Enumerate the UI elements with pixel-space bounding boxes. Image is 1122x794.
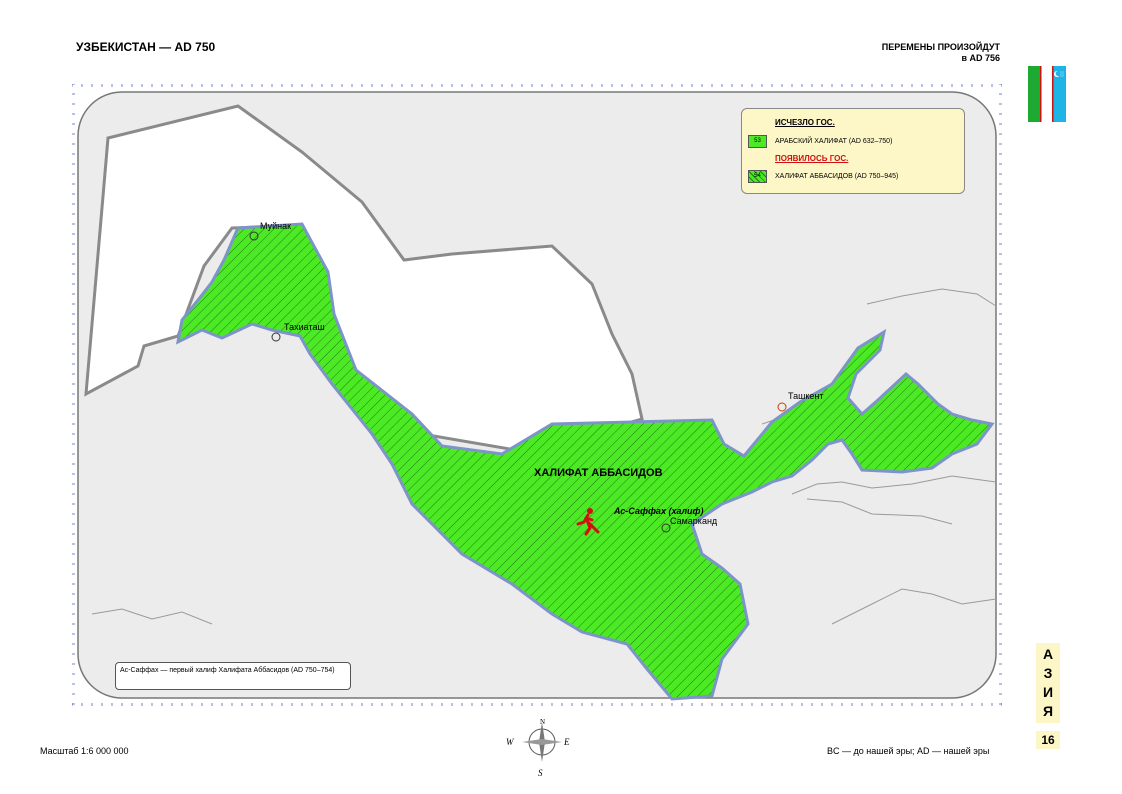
compass-north: N [540, 718, 545, 726]
region-letter: Я [1042, 703, 1054, 719]
era-note: BC — до нашей эры; AD — нашей эры [827, 746, 990, 756]
map-title: УЗБЕКИСТАН — AD 750 [76, 40, 216, 54]
changes-line-1: ПЕРЕМЕНЫ ПРОИЗОЙДУТ [881, 42, 1000, 52]
compass-rose-icon: N S E W [506, 718, 570, 778]
city-samarkand: Самарканд [670, 516, 718, 526]
region-label: ХАЛИФАТ АББАСИДОВ [534, 467, 663, 479]
city-muynak: Муйнак [260, 221, 291, 231]
compass-east: E [563, 737, 570, 747]
changes-line-2: в AD 756 [961, 53, 1000, 63]
region-letter: З [1043, 665, 1053, 681]
legend-item-abbasid-caliphate: ХАЛИФАТ АББАСИДОВ (AD 750–945) [775, 173, 899, 180]
ruler-label: Ас-Саффах (халиф) [613, 506, 704, 516]
legend-swatch-53: 53 [748, 135, 767, 148]
region-letter: И [1042, 684, 1054, 700]
legend-swatch-54: 54 [748, 170, 767, 183]
scale-label: Масштаб 1:6 000 000 [40, 746, 129, 756]
region-letter: А [1042, 646, 1054, 662]
uzbekistan-flag-icon [1028, 66, 1066, 122]
compass-west: W [506, 737, 515, 747]
city-tashkent: Ташкент [788, 391, 823, 401]
legend-disappeared-heading: ИСЧЕЗЛО ГОС. [775, 118, 835, 127]
changes-note: ПЕРЕМЕНЫ ПРОИЗОЙДУТ в AD 756 [882, 42, 1000, 64]
legend-appeared-heading: ПОЯВИЛОСЬ ГОС. [775, 154, 849, 163]
region-tab: А З И Я [1036, 643, 1060, 723]
page-number: 16 [1036, 731, 1060, 749]
legend: ИСЧЕЗЛО ГОС. 53 АРАБСКИЙ ХАЛИФАТ (AD 632… [741, 108, 965, 194]
legend-item-arab-caliphate: АРАБСКИЙ ХАЛИФАТ (AD 632–750) [775, 138, 893, 145]
info-note: Ас-Саффах — первый халиф Халифата Аббаси… [115, 662, 351, 690]
city-takhiatash: Тахиаташ [284, 322, 325, 332]
compass-south: S [538, 768, 543, 778]
